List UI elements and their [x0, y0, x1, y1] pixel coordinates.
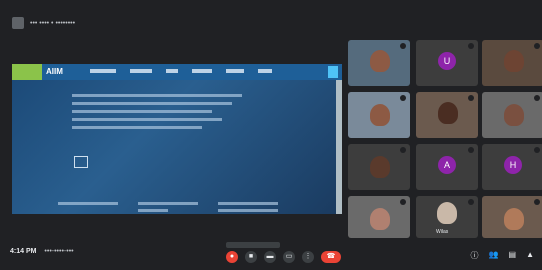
- presenter-thumbnail: [12, 17, 24, 29]
- participant-video: [370, 104, 390, 126]
- text-line: [58, 202, 118, 205]
- participant-video: [504, 50, 524, 72]
- avatar: A: [438, 156, 456, 174]
- captions-icon[interactable]: ▬: [264, 251, 276, 263]
- participant-tile[interactable]: [482, 40, 542, 86]
- nav-item: [90, 69, 116, 73]
- nav-item: [258, 69, 272, 73]
- shared-screen: AIIM: [12, 64, 342, 214]
- participant-tile[interactable]: A: [416, 144, 478, 190]
- footer-column: [58, 202, 118, 214]
- mic-off-icon: [468, 43, 474, 49]
- mic-off-icon: [534, 95, 540, 101]
- participant-tile[interactable]: Wilas: [416, 196, 478, 238]
- clock-time: 4:14 PM: [10, 248, 37, 255]
- mic-off-icon: [468, 199, 474, 205]
- text-line: [72, 118, 222, 121]
- participant-tile[interactable]: [348, 92, 410, 138]
- mic-off-icon: [468, 147, 474, 153]
- footer-column: [138, 202, 198, 214]
- scrollbar[interactable]: [336, 80, 342, 214]
- brand-text: AIIM: [46, 67, 63, 76]
- shared-site-body: [12, 80, 342, 214]
- tooltip: [226, 242, 280, 248]
- leave-call-button[interactable]: ☎: [321, 251, 341, 263]
- text-line: [218, 202, 278, 205]
- mic-off-icon: [400, 95, 406, 101]
- activities-icon[interactable]: ▲: [526, 250, 534, 261]
- text-line: [138, 202, 198, 205]
- participant-video: [370, 208, 390, 230]
- mic-off-icon: [400, 43, 406, 49]
- call-controls: ● ■ ▬ ▭ ⋮ ☎: [226, 251, 341, 263]
- top-bar: ••• •••• • ••••••••: [0, 0, 542, 40]
- participant-video: [370, 156, 390, 178]
- participant-tile[interactable]: [482, 196, 542, 238]
- mic-off-icon: [534, 147, 540, 153]
- mic-off-icon: [534, 199, 540, 205]
- shared-site-header: AIIM: [12, 64, 342, 80]
- text-line: [218, 209, 278, 212]
- participant-video: [437, 202, 457, 224]
- chat-icon[interactable]: ▤: [509, 250, 517, 261]
- info-icon[interactable]: ⓘ: [471, 250, 479, 261]
- participant-video: [504, 104, 524, 126]
- participant-tile[interactable]: H: [482, 144, 542, 190]
- nav-item: [226, 69, 244, 73]
- text-line: [138, 209, 168, 212]
- mic-off-icon: [400, 199, 406, 205]
- mic-off-icon[interactable]: ●: [226, 251, 238, 263]
- presenter-label: ••• •••• • ••••••••: [30, 19, 76, 27]
- nav-item: [192, 69, 212, 73]
- brand-block: [12, 64, 42, 80]
- participant-video: [504, 208, 524, 230]
- nav-item: [130, 69, 152, 73]
- participant-video: [370, 50, 390, 72]
- participant-tile[interactable]: [482, 92, 542, 138]
- square-icon: [74, 156, 88, 168]
- bottom-bar: 4:14 PM •••-••••-••• ● ■ ▬ ▭ ⋮ ☎ ⓘ 👥 ▤ ▲: [0, 238, 542, 270]
- mic-off-icon: [468, 95, 474, 101]
- shared-site-nav: [90, 69, 272, 73]
- avatar: H: [504, 156, 522, 174]
- present-icon[interactable]: ▭: [283, 251, 295, 263]
- text-line: [72, 126, 202, 129]
- more-options-icon[interactable]: ⋮: [302, 251, 314, 263]
- camera-icon[interactable]: ■: [245, 251, 257, 263]
- meeting-code: •••-••••-•••: [44, 248, 74, 255]
- text-lines: [72, 94, 242, 134]
- mic-off-icon: [534, 43, 540, 49]
- mic-off-icon: [400, 147, 406, 153]
- right-controls: ⓘ 👥 ▤ ▲: [471, 250, 534, 261]
- presenter-indicator: ••• •••• • ••••••••: [12, 17, 75, 29]
- participant-tile[interactable]: U: [416, 40, 478, 86]
- avatar: U: [438, 52, 456, 70]
- footer-column: [218, 202, 278, 214]
- participant-tile[interactable]: [416, 92, 478, 138]
- text-line: [72, 94, 242, 97]
- participant-tile[interactable]: [348, 144, 410, 190]
- nav-item: [166, 69, 178, 73]
- text-line: [72, 102, 232, 105]
- participant-video: [438, 102, 458, 124]
- participant-tile[interactable]: [348, 40, 410, 86]
- footer-columns: [58, 202, 278, 214]
- text-line: [72, 110, 212, 113]
- meeting-info: 4:14 PM •••-••••-•••: [10, 248, 74, 255]
- participant-name: Wilas: [436, 229, 449, 235]
- square-icon: [328, 66, 338, 78]
- participant-tile[interactable]: [348, 196, 410, 238]
- people-icon[interactable]: 👥: [489, 250, 499, 261]
